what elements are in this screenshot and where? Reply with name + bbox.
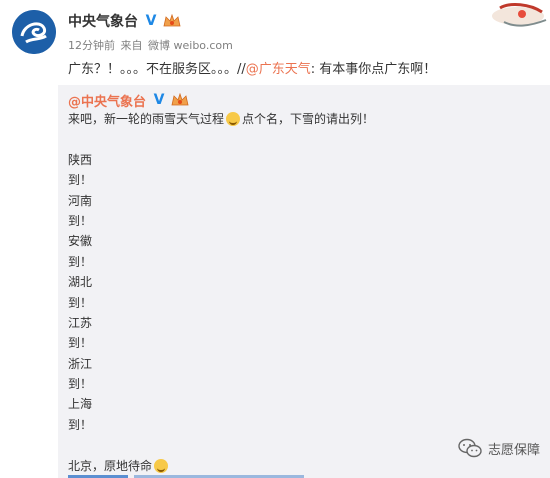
watermark-text: 志愿保障 xyxy=(487,442,540,458)
repost-content: 来吧，新一轮的雨雪天气过程 点个名，下雪的请出列！ 陕西 到！ 河南 到！ 安徽… xyxy=(68,109,374,476)
member-crown-icon[interactable] xyxy=(163,14,181,28)
repost-line: 湖北 xyxy=(68,275,93,290)
repost-line1-after: 点个名，下雪的请出列！ xyxy=(242,112,375,126)
repost-line: 北京，原地待命 xyxy=(68,456,374,476)
verified-icon: V xyxy=(143,13,159,29)
post-content: 广东？！。。。不在服务区。。。//@广东天气: 有本事你点广东啊！ xyxy=(68,58,436,77)
repost-line1-before: 来吧，新一轮的雨雪天气过程 xyxy=(68,112,225,126)
repost-last-line: 北京，原地待命 xyxy=(68,458,153,473)
repost-line: 到！ xyxy=(68,173,93,188)
mention-link[interactable]: @广东天气 xyxy=(246,62,311,77)
repost-line: 到！ xyxy=(68,254,93,269)
repost-box: @中央气象台 V 来吧，新一轮的雨雪天气过程 点个名，下雪的请出列！ 陕西 到！… xyxy=(58,85,550,478)
repost-line: 到！ xyxy=(68,336,93,351)
verified-icon: V xyxy=(153,92,165,108)
cut-off-text-line xyxy=(68,475,304,478)
wechat-icon xyxy=(458,438,482,458)
post-source[interactable]: 微博 weibo.com xyxy=(148,39,233,52)
repost-line: 安徽 xyxy=(68,234,93,249)
member-crown-icon[interactable] xyxy=(171,93,189,107)
avatar[interactable] xyxy=(12,10,56,54)
post-author-row: 中央气象台 V xyxy=(68,11,181,31)
repost-line: 到！ xyxy=(68,377,93,392)
smile-emoji-icon xyxy=(226,112,241,127)
post-time[interactable]: 12分钟前 xyxy=(68,39,115,52)
post-username[interactable]: 中央气象台 xyxy=(68,11,138,31)
repost-line: 河南 xyxy=(68,193,93,208)
post-meta: 12分钟前 来自 微博 weibo.com xyxy=(68,37,235,53)
post-text-before: 广东？！。。。不在服务区。。。// xyxy=(68,62,246,77)
decoration-image xyxy=(492,3,547,27)
repost-line: 江苏 xyxy=(68,315,93,330)
repost-line: 上海 xyxy=(68,397,93,412)
repost-line: 浙江 xyxy=(68,356,93,371)
smile-emoji-icon xyxy=(154,458,169,473)
repost-line: 来吧，新一轮的雨雪天气过程 点个名，下雪的请出列！ xyxy=(68,109,374,129)
repost-line: 到！ xyxy=(68,417,93,432)
repost-line: 到！ xyxy=(68,295,93,310)
repost-header: @中央气象台 V xyxy=(68,91,189,110)
post-source-prefix: 来自 xyxy=(120,39,143,52)
repost-username[interactable]: @中央气象台 xyxy=(68,91,146,110)
repost-line: 陕西 xyxy=(68,152,93,167)
watermark: 志愿保障 xyxy=(458,438,540,458)
post-text-after: : 有本事你点广东啊！ xyxy=(310,62,437,77)
repost-line: 到！ xyxy=(68,213,93,228)
avatar-logo-icon xyxy=(12,10,56,54)
